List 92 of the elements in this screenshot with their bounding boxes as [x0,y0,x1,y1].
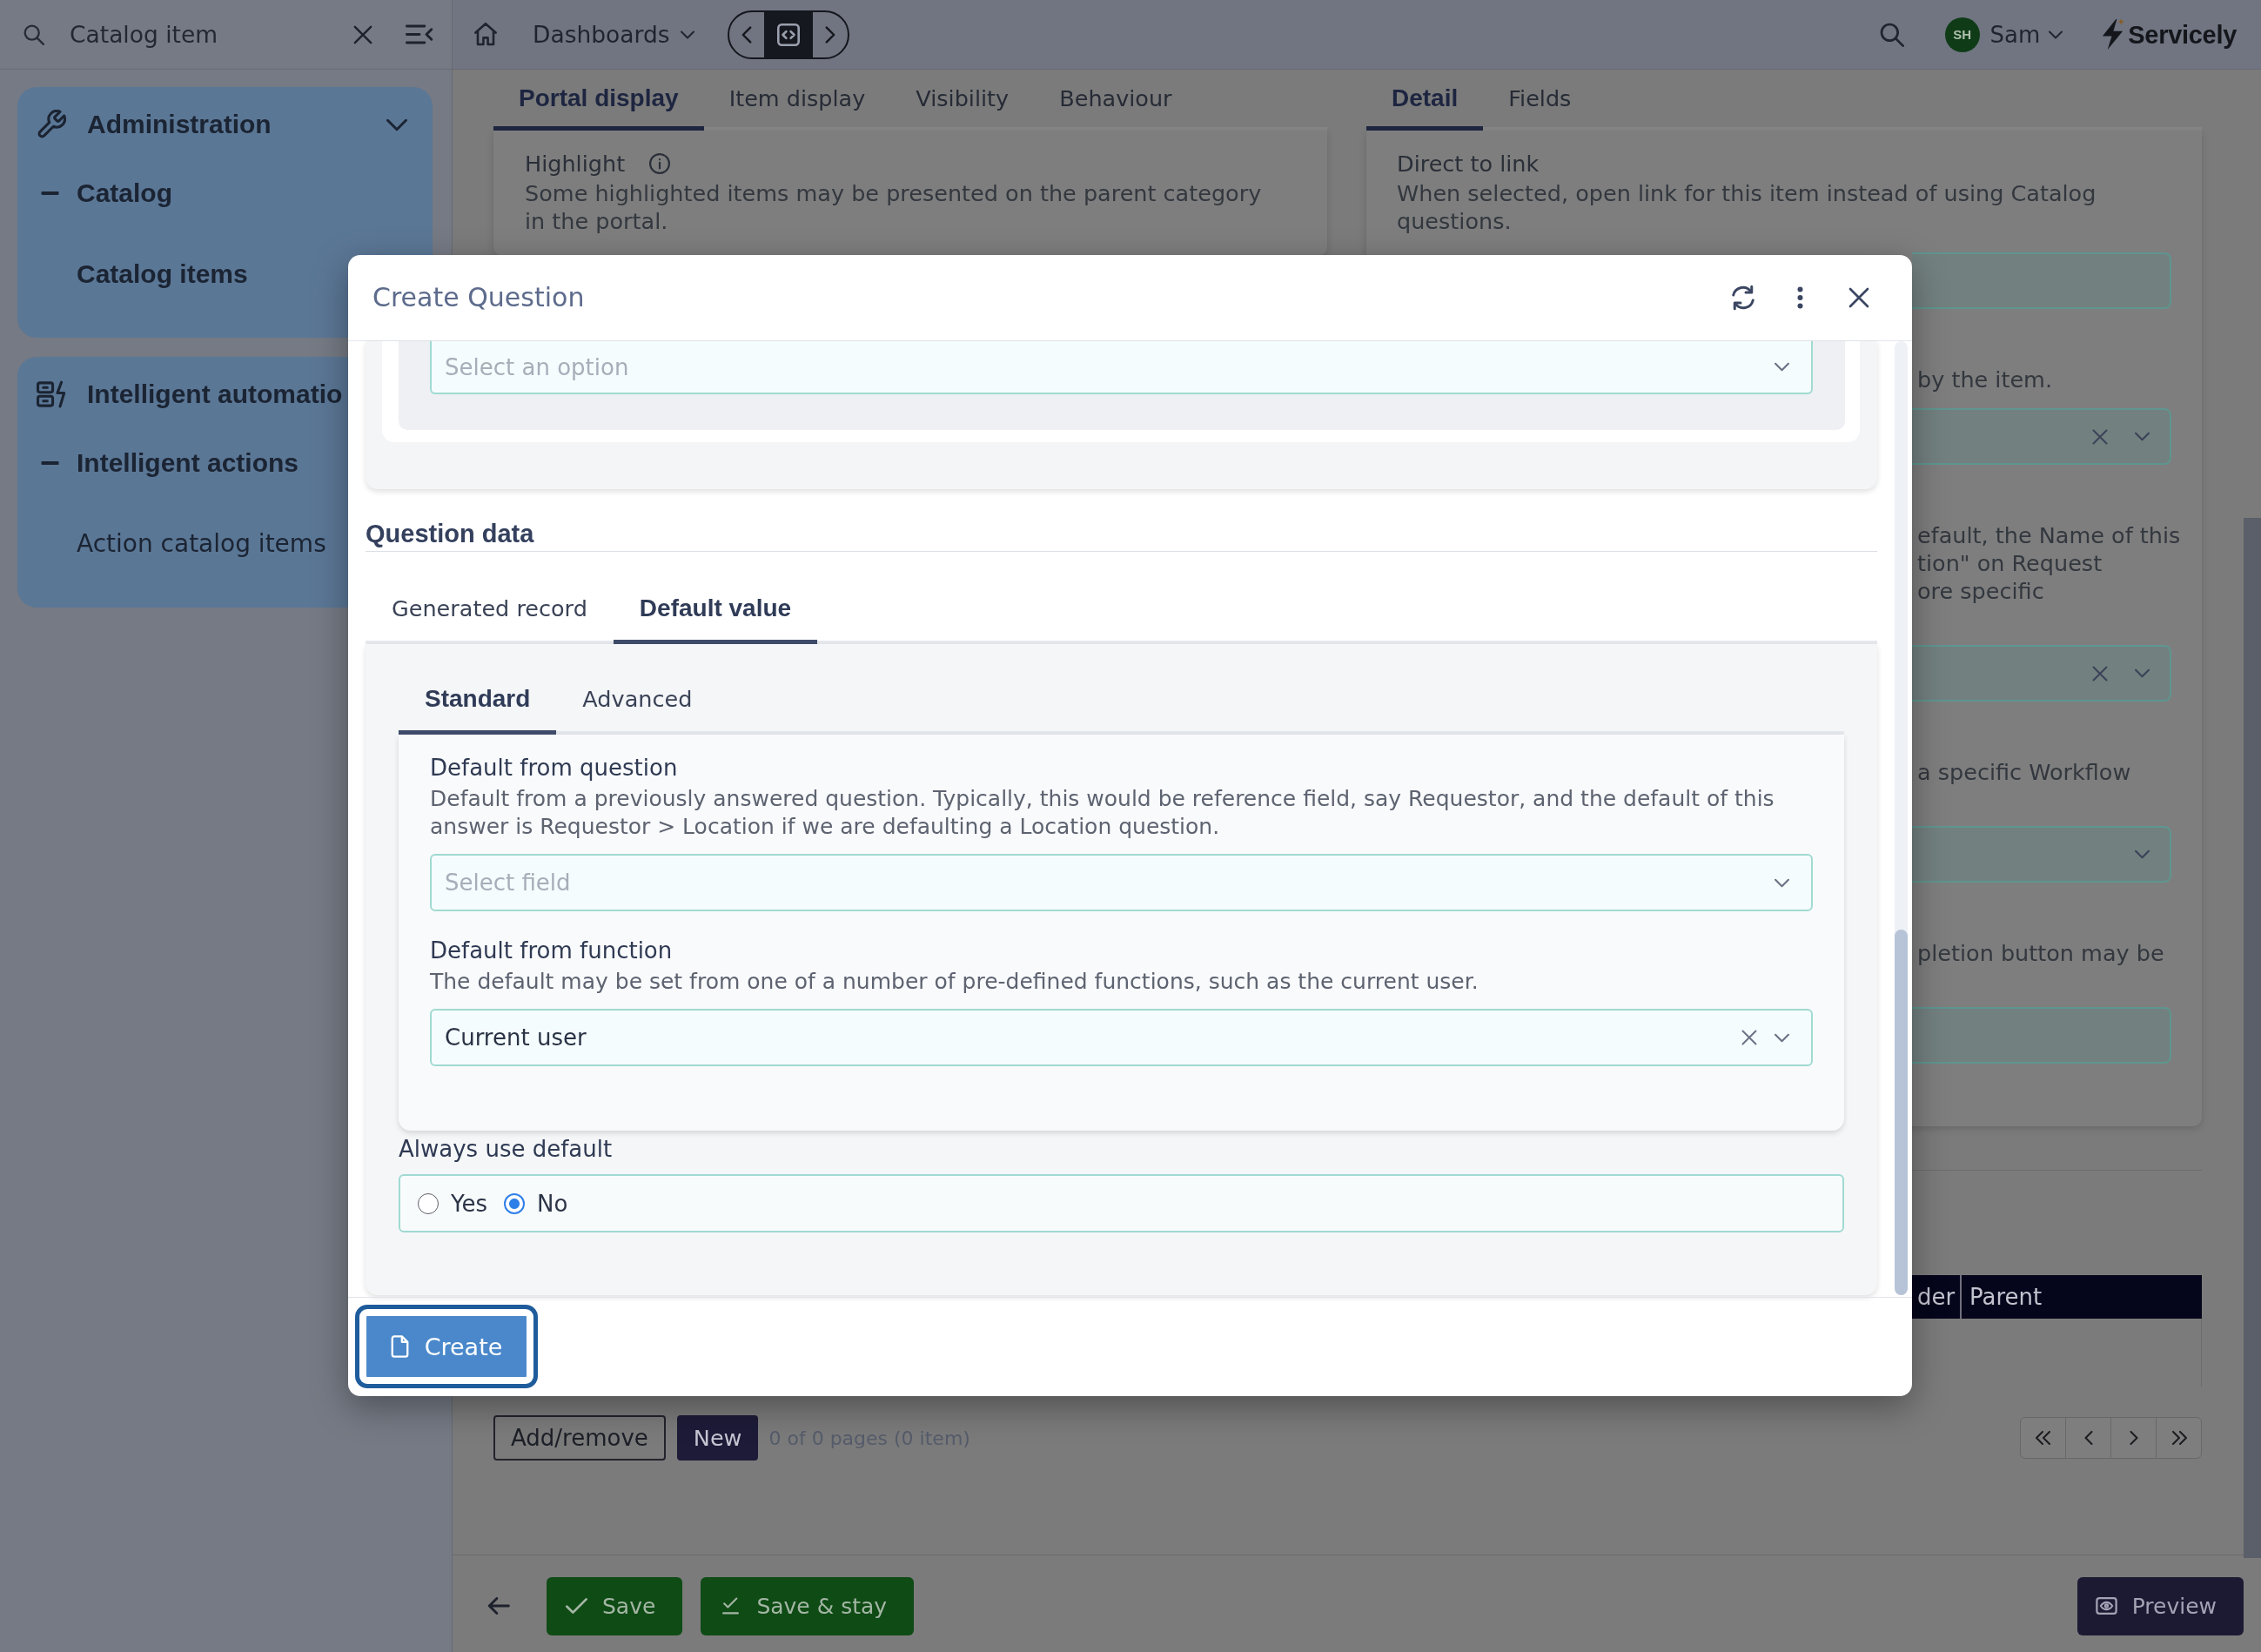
field-label: Default from function [430,937,674,964]
nav-item[interactable]: Action catalog items [77,524,326,564]
nav-item[interactable]: Intelligent actions [77,443,299,483]
input-field[interactable] [1912,1007,2171,1064]
double-chevron-left-icon [2035,1431,2051,1445]
select-field[interactable]: Current user [430,1009,1813,1066]
tab[interactable]: Generated record [366,552,614,644]
section-heading: Question data [366,520,534,547]
eye-icon [2095,1597,2117,1615]
close-icon[interactable] [1848,287,1869,308]
tab[interactable]: Behaviour [1034,70,1198,131]
chevron-down-icon [1775,362,1789,372]
add-remove-button[interactable]: Add/remove [493,1415,666,1461]
code-view-button[interactable] [763,11,813,57]
field-label: Direct to link [1397,150,1540,178]
field-description: The default may be set from one of a number of pre-defined functions, such as the current user. [430,968,1479,996]
check-icon [566,1597,587,1615]
select-field[interactable] [1912,645,2171,702]
chevron-down-icon [2135,432,2150,441]
nav-group-title[interactable]: Administration [87,104,272,144]
chevron-down-icon [1775,877,1789,888]
field-description: a specific Workflow [1916,758,2131,786]
field-description: When selected, open link for this item instead of using Catalog questions. [1397,179,2097,235]
column-header[interactable]: der [1912,1275,1960,1319]
close-icon[interactable] [353,24,372,44]
chevron-down-icon [680,30,694,39]
more-icon[interactable] [1797,286,1803,309]
nav-item[interactable]: Catalog [77,173,172,213]
field-description: efault, the Name of this tion" on Request ore specific [1916,521,2181,605]
tab[interactable]: Item display [703,70,891,131]
field-description: Default from a previously answered question. Typically, this would be reference field, say Requestor, and the default of this answer is Requestor > Location if we are defaulting a Location question. [430,785,1775,841]
minus-icon[interactable] [41,461,59,465]
column-header[interactable]: Parent [1960,1275,2202,1319]
scrollbar-thumb[interactable] [2244,518,2261,1558]
radio-label[interactable]: No [537,1190,568,1217]
tab[interactable]: Fields [1483,70,1597,131]
field-description: Some highlighted items may be presented on the parent category in the portal. [525,179,1263,235]
chevron-down-icon [1775,1032,1789,1043]
field-label: Default from question [430,754,679,782]
field-description: pletion button may be [1916,939,2164,967]
document-icon [390,1335,409,1358]
double-chevron-right-icon [2170,1431,2187,1445]
last-page-button[interactable] [2156,1417,2202,1459]
select-field[interactable] [1912,826,2171,883]
back-button[interactable] [487,1595,510,1617]
tab[interactable]: Visibility [890,70,1035,131]
field-description: by the item. [1916,366,2053,393]
info-icon[interactable] [649,153,671,174]
radio-button[interactable] [418,1192,439,1214]
close-icon[interactable] [1741,1030,1757,1045]
select-field[interactable]: Select an option [430,341,1813,394]
tab[interactable]: Advanced [556,644,719,735]
logo-wordmark: Servicely [2128,19,2237,50]
select-field[interactable] [1912,408,2171,465]
select-field[interactable]: Select field [430,854,1813,911]
arrow-left-icon [487,1597,510,1615]
previous-page-button[interactable] [2065,1417,2111,1459]
menu-icon[interactable] [406,24,433,45]
save-and-stay-button[interactable]: Save & stay [701,1576,915,1635]
search-icon[interactable] [23,24,44,45]
chevron-down-icon[interactable] [386,118,407,131]
automation-icon [37,379,66,409]
chevron-down-icon [2049,30,2063,39]
first-page-button[interactable] [2020,1417,2066,1459]
search-icon[interactable] [1879,22,1904,47]
input-field[interactable] [1912,252,2171,309]
field-label: Highlight [525,150,626,178]
chevron-right-icon [824,25,835,44]
user-avatar[interactable]: SH [1944,17,1980,52]
create-button[interactable]: Create [355,1305,538,1388]
nav-item[interactable]: Catalog items [77,254,248,294]
chevron-left-icon [741,25,752,44]
scrollbar-thumb[interactable] [1895,930,1908,1295]
dialog-title: Create Question [372,281,585,314]
chevron-down-icon [2135,850,2150,859]
dashboards-menu[interactable]: Dashboards [533,17,694,52]
preview-button[interactable]: Preview [2076,1576,2244,1635]
minus-icon[interactable] [41,191,59,195]
user-menu[interactable]: Sam [1989,17,2063,52]
radio-label[interactable]: Yes [451,1190,487,1217]
nav-group-title[interactable]: Intelligent automatio [87,374,343,414]
chevron-down-icon [2135,668,2150,678]
radio-button[interactable] [504,1192,525,1214]
wrench-icon [37,110,66,139]
save-button[interactable]: Save [547,1576,683,1635]
field-label: Always use default [399,1135,614,1163]
next-page-button[interactable] [2110,1417,2157,1459]
home-icon[interactable] [474,23,497,46]
new-button[interactable]: New [676,1415,759,1461]
code-icon [776,23,800,46]
refresh-icon[interactable] [1730,285,1756,311]
search-field[interactable]: Catalog item [70,17,331,52]
